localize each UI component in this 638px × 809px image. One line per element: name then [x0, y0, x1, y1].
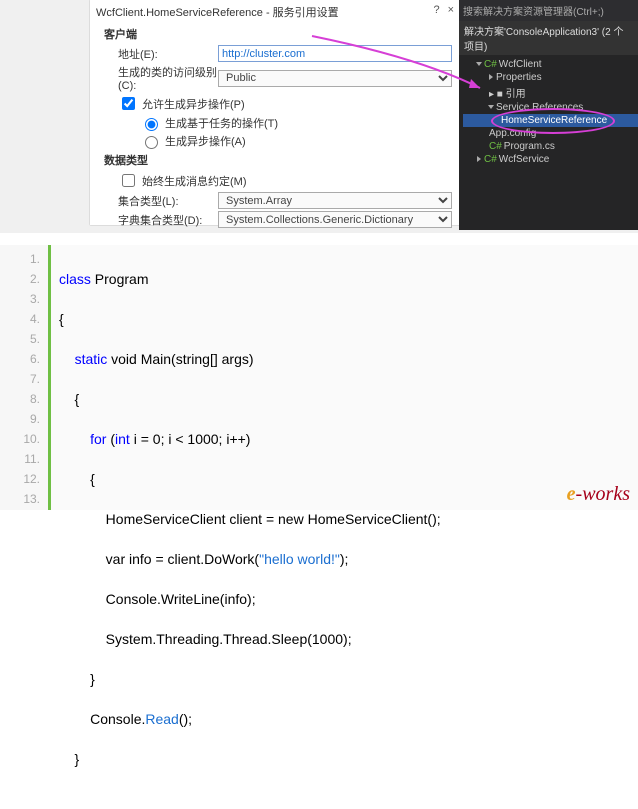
radio-async[interactable]: 生成异步操作(A)	[140, 133, 246, 149]
address-input[interactable]	[218, 45, 452, 62]
label-dictionary: 字典集合类型(D):	[118, 212, 218, 228]
reuse-always-checkbox[interactable]: 始终生成消息约定(M)	[118, 171, 247, 190]
app-config-node[interactable]: App.config	[463, 127, 638, 140]
solution-tree: C#WcfClient Properties ▸ ■ 引用 Service Re…	[459, 55, 638, 166]
search-box[interactable]: 搜索解决方案资源管理器(Ctrl+;)	[459, 0, 638, 21]
dictionary-select[interactable]: System.Collections.Generic.Dictionary	[218, 211, 452, 228]
wcfservice-project[interactable]: C#WcfService	[463, 153, 638, 166]
solution-node[interactable]: 解决方案'ConsoleApplication3' (2 个项目)	[459, 21, 638, 55]
solution-explorer: 搜索解决方案资源管理器(Ctrl+;) 解决方案'ConsoleApplicat…	[459, 0, 638, 230]
properties-node[interactable]: Properties	[463, 71, 638, 84]
dialog-header: WcfClient.HomeServiceReference - 服务引用设置 …	[90, 0, 460, 24]
references-node[interactable]: ▸ ■ 引用	[463, 84, 638, 101]
home-service-reference[interactable]: HomeServiceReference	[463, 114, 638, 127]
watermark: e-works	[567, 483, 630, 506]
collection-select[interactable]: System.Array	[218, 192, 452, 209]
section-data: 数据类型	[90, 150, 460, 170]
close-icon[interactable]: ×	[448, 4, 454, 20]
allow-async-checkbox[interactable]: 允许生成异步操作(P)	[118, 94, 245, 113]
screenshot-composite: WcfClient.HomeServiceReference - 服务引用设置 …	[0, 0, 638, 235]
radio-task[interactable]: 生成基于任务的操作(T)	[140, 115, 278, 131]
project-node[interactable]: C#WcfClient	[463, 58, 638, 71]
line-gutter: 1.2.3.4.5.6.7.8.9.10.11.12.13.	[0, 245, 51, 510]
label-address: 地址(E):	[118, 46, 218, 62]
code-block: 1.2.3.4.5.6.7.8.9.10.11.12.13. class Pro…	[0, 245, 638, 510]
section-client: 客户端	[90, 24, 460, 44]
label-collection: 集合类型(L):	[118, 193, 218, 209]
service-reference-dialog: WcfClient.HomeServiceReference - 服务引用设置 …	[90, 0, 460, 225]
help-icon[interactable]: ?	[433, 4, 439, 20]
program-cs-node[interactable]: C#Program.cs	[463, 140, 638, 153]
label-access: 生成的类的访问级别(C):	[118, 64, 218, 92]
service-references-node[interactable]: Service References	[463, 101, 638, 114]
dialog-title: WcfClient.HomeServiceReference - 服务引用设置	[96, 4, 339, 20]
source-code: class Program { static void Main(string[…	[51, 245, 441, 510]
access-select[interactable]: Public	[218, 70, 452, 87]
